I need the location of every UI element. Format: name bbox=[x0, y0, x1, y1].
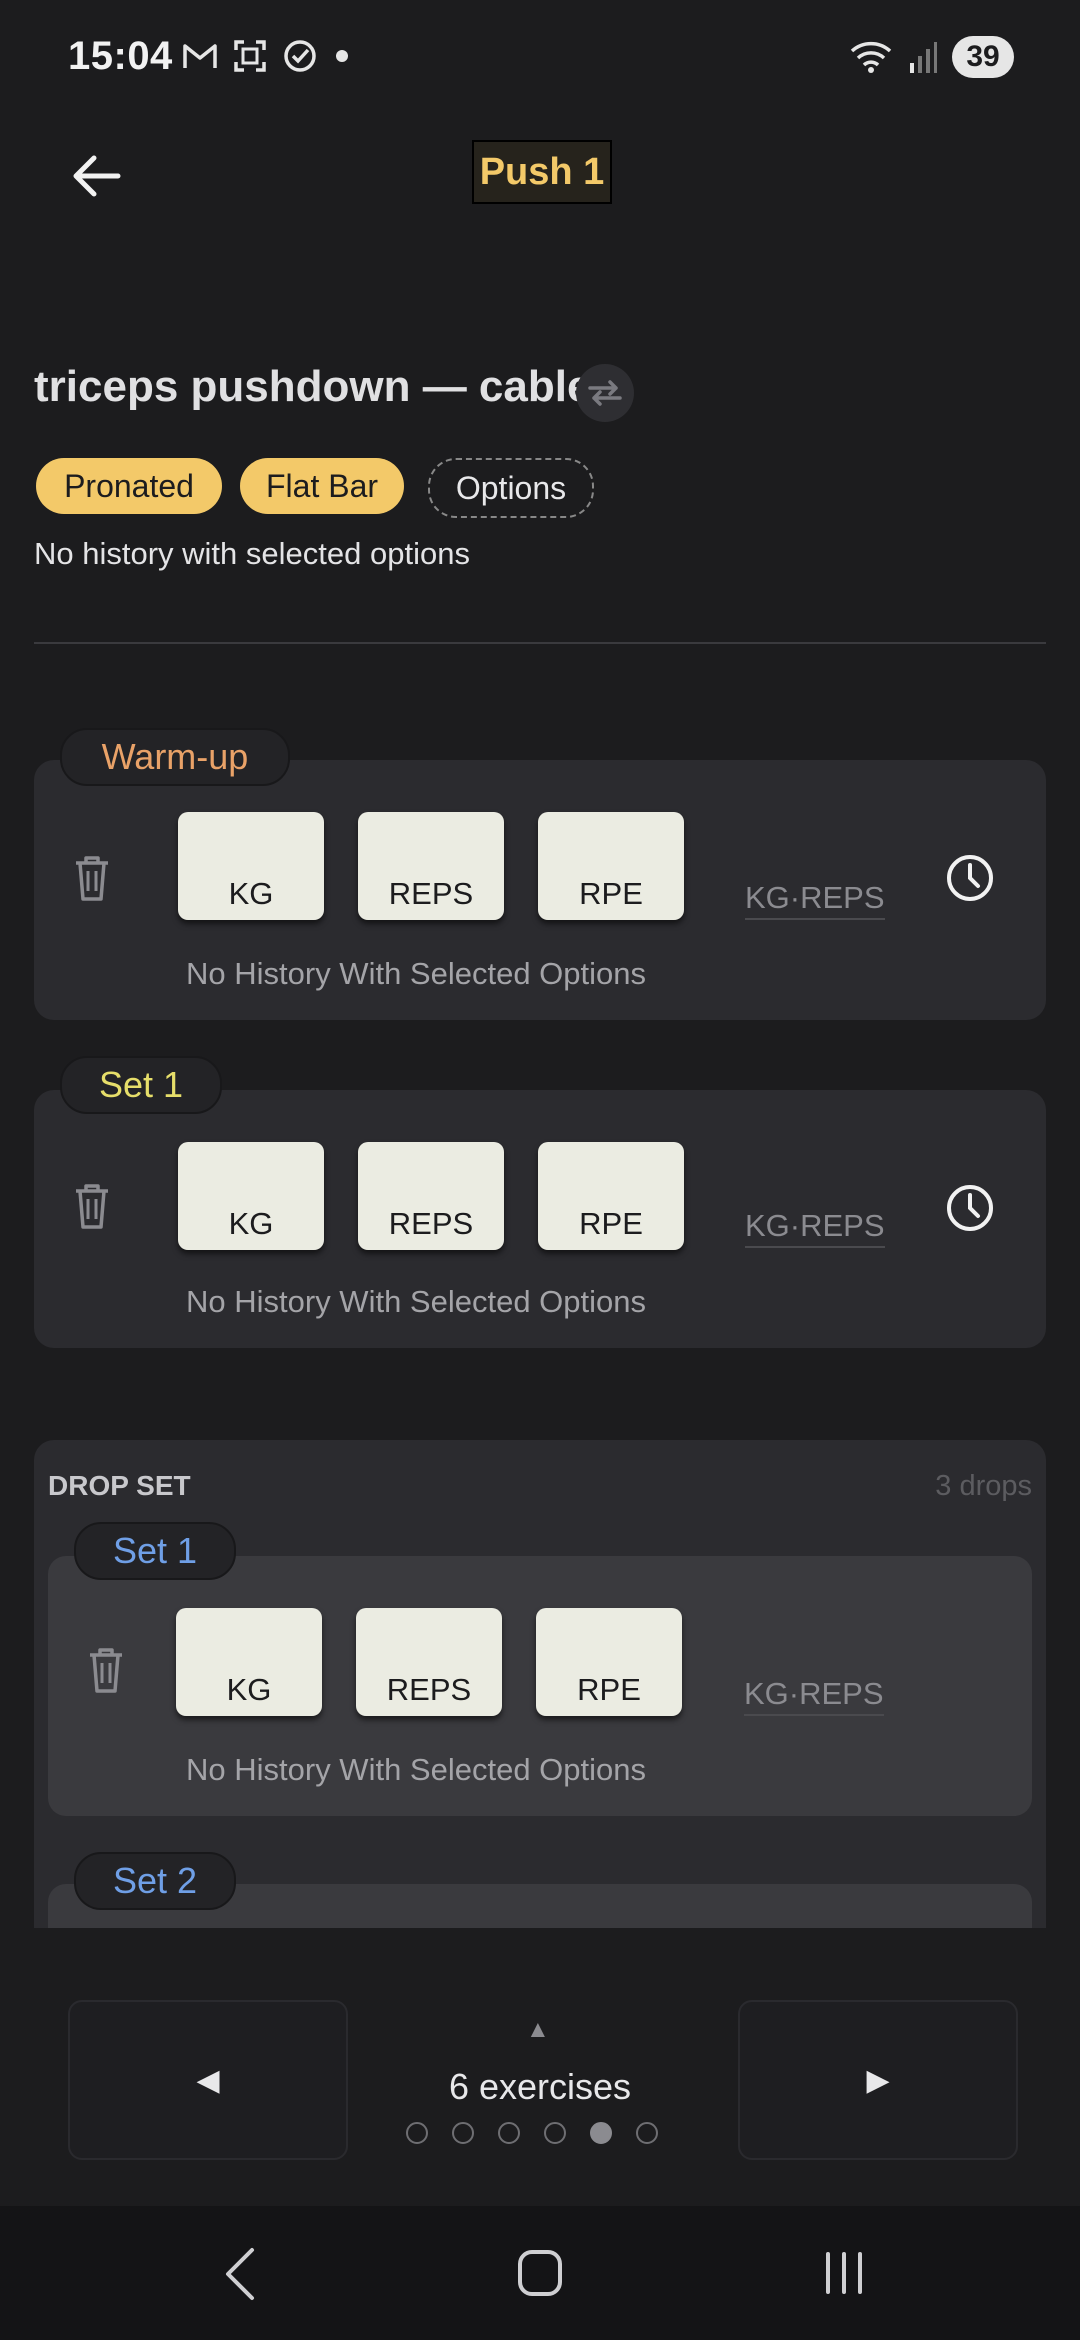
kg-input[interactable]: KG bbox=[176, 1608, 322, 1716]
next-exercise-button[interactable]: ▶ bbox=[738, 2000, 1018, 2160]
swap-exercise-button[interactable] bbox=[576, 364, 634, 422]
rpe-input[interactable]: RPE bbox=[538, 812, 684, 920]
wifi-icon bbox=[850, 41, 892, 73]
exercise-name: triceps pushdown — cable bbox=[34, 362, 592, 411]
signal-icon bbox=[910, 42, 937, 73]
kg-reps-field[interactable]: KG·REPS bbox=[745, 1208, 885, 1248]
reps-input[interactable]: REPS bbox=[358, 812, 504, 920]
expand-arrow-icon[interactable]: ▲ bbox=[526, 2016, 550, 2044]
kg-reps-field[interactable]: KG·REPS bbox=[744, 1676, 884, 1716]
pager-dot-active[interactable] bbox=[590, 2122, 612, 2144]
battery-indicator: 39 bbox=[952, 36, 1014, 78]
set-history-note: No History With Selected Options bbox=[186, 956, 647, 991]
status-time: 15:04 bbox=[68, 34, 173, 78]
system-back-icon[interactable] bbox=[220, 2246, 260, 2302]
prev-exercise-button[interactable]: ◀ bbox=[68, 2000, 348, 2160]
drop-set-title: DROP SET bbox=[48, 1470, 191, 1501]
clock-icon bbox=[947, 855, 993, 901]
drop-set-label-2: Set 2 bbox=[74, 1852, 236, 1910]
kg-input[interactable]: KG bbox=[178, 812, 324, 920]
rpe-input[interactable]: RPE bbox=[538, 1142, 684, 1250]
rest-timer-button[interactable] bbox=[940, 1178, 1000, 1238]
trash-icon bbox=[90, 1648, 122, 1693]
pager-dot[interactable] bbox=[544, 2122, 566, 2144]
system-navigation-bar bbox=[0, 2206, 1080, 2340]
pager-dot[interactable] bbox=[452, 2122, 474, 2144]
dot-icon bbox=[336, 50, 348, 62]
drop-count: 3 drops bbox=[935, 1470, 1032, 1502]
drop-set-container: DROP SET 3 drops Set 1 KG REPS RPE KG·RE… bbox=[34, 1440, 1046, 1928]
gmail-icon bbox=[183, 44, 217, 68]
rest-timer-button[interactable] bbox=[940, 848, 1000, 908]
chip-options[interactable]: Options bbox=[428, 458, 594, 518]
reps-input[interactable]: REPS bbox=[358, 1142, 504, 1250]
check-circle-icon bbox=[284, 40, 316, 72]
set-history-note: No History With Selected Options bbox=[186, 1284, 647, 1319]
pager-dot[interactable] bbox=[498, 2122, 520, 2144]
kg-input[interactable]: KG bbox=[178, 1142, 324, 1250]
rpe-input[interactable]: RPE bbox=[536, 1608, 682, 1716]
set-label-1: Set 1 bbox=[60, 1056, 222, 1114]
pager-dot[interactable] bbox=[406, 2122, 428, 2144]
history-note: No history with selected options bbox=[34, 536, 470, 571]
chip-flat-bar[interactable]: Flat Bar bbox=[240, 458, 404, 514]
kg-reps-field[interactable]: KG·REPS bbox=[745, 880, 885, 920]
swap-icon bbox=[588, 380, 622, 406]
home-icon[interactable] bbox=[516, 2248, 564, 2298]
trash-icon bbox=[76, 856, 108, 901]
chip-pronated[interactable]: Pronated bbox=[36, 458, 222, 514]
back-button[interactable] bbox=[60, 140, 132, 212]
status-system-icons: 39 bbox=[848, 36, 1014, 78]
trash-icon bbox=[76, 1184, 108, 1229]
pager-dot[interactable] bbox=[636, 2122, 658, 2144]
workout-title[interactable]: Push 1 bbox=[472, 140, 612, 204]
exercise-pager-dots bbox=[406, 2122, 658, 2144]
recents-icon[interactable] bbox=[820, 2248, 868, 2298]
delete-set-button[interactable] bbox=[62, 848, 122, 908]
screenshot-icon bbox=[234, 40, 266, 72]
set-label-warmup: Warm-up bbox=[60, 728, 290, 786]
status-notification-icons bbox=[182, 38, 352, 74]
delete-set-button[interactable] bbox=[62, 1176, 122, 1236]
back-arrow-icon bbox=[73, 155, 121, 197]
delete-set-button[interactable] bbox=[76, 1640, 136, 1700]
clock-icon bbox=[947, 1185, 993, 1231]
set-history-note: No History With Selected Options bbox=[186, 1752, 647, 1787]
reps-input[interactable]: REPS bbox=[356, 1608, 502, 1716]
divider bbox=[34, 642, 1046, 644]
exercise-count-label[interactable]: 6 exercises bbox=[380, 2066, 700, 2108]
drop-set-label-1: Set 1 bbox=[74, 1522, 236, 1580]
